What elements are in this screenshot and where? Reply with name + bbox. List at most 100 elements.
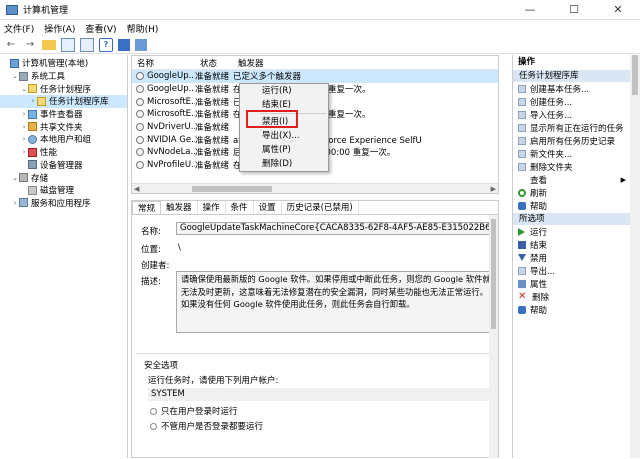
expand-arrow-icon[interactable]: › xyxy=(20,110,28,118)
menu-view[interactable]: 查看(V) xyxy=(85,22,116,35)
column-trigger[interactable]: 触发器 xyxy=(233,57,264,69)
tree-item[interactable]: ⌄ 任务计划程序 xyxy=(0,82,127,95)
action-item[interactable]: 运行 xyxy=(513,225,630,238)
action-item[interactable]: 启用所有任务历史记录 xyxy=(513,134,630,147)
close-button[interactable]: ✕ xyxy=(596,0,640,20)
tree-item[interactable]: 磁盘管理 xyxy=(0,184,127,197)
action-item[interactable]: 创建任务... xyxy=(513,95,630,108)
action-item[interactable]: 刷新 xyxy=(513,186,630,199)
menu-action[interactable]: 操作(A) xyxy=(44,22,75,35)
expand-arrow-icon[interactable]: ⌄ xyxy=(11,72,19,80)
expand-arrow-icon[interactable]: › xyxy=(20,148,28,156)
task-name: NvDriverU... xyxy=(132,122,195,132)
properties-toolbar-icon[interactable] xyxy=(80,37,94,52)
tab-history[interactable]: 历史记录(已禁用) xyxy=(282,201,359,214)
horizontal-scrollbar[interactable]: ◀ ▶ xyxy=(132,183,498,193)
scroll-right-icon[interactable]: ▶ xyxy=(491,184,496,193)
action-label: 显示所有正在运行的任务 xyxy=(530,123,624,134)
ctx-delete[interactable]: 删除(D) xyxy=(240,157,328,171)
ctx-export[interactable]: 导出(X)... xyxy=(240,129,328,143)
tree-item[interactable]: › 性能 xyxy=(0,146,127,159)
action-item[interactable]: ✕ 删除 xyxy=(513,290,630,303)
name-field[interactable]: GoogleUpdateTaskMachineCore{CACA8335-62F… xyxy=(176,222,496,235)
action-item[interactable]: 删除文件夹 xyxy=(513,160,630,173)
expand-arrow-icon[interactable]: ⌄ xyxy=(11,174,19,182)
action-item[interactable]: 属性 xyxy=(513,277,630,290)
radio-icon[interactable] xyxy=(150,422,157,430)
event-viewer-icon xyxy=(28,109,37,119)
description-field[interactable]: 请确保使用最新版的 Google 软件。如果停用或中断此任务，则您的 Googl… xyxy=(176,271,496,333)
action-item[interactable]: 创建基本任务... xyxy=(513,82,630,95)
minimize-button[interactable]: — xyxy=(508,0,552,20)
action-pane-icon[interactable] xyxy=(135,38,147,51)
back-icon[interactable]: ← xyxy=(4,38,18,52)
expand-arrow-icon[interactable]: › xyxy=(11,199,19,207)
menu-file[interactable]: 文件(F) xyxy=(4,22,34,35)
action-label: 帮助 xyxy=(530,305,548,316)
scroll-left-icon[interactable]: ◀ xyxy=(134,184,139,193)
tree-item[interactable]: ⌄ 系统工具 xyxy=(0,70,127,83)
menu-help[interactable]: 帮助(H) xyxy=(127,22,159,35)
actions-section-library[interactable]: 任务计划程序库 xyxy=(513,69,630,82)
tab-settings[interactable]: 设置 xyxy=(254,201,282,214)
action-item[interactable]: 导入任务... xyxy=(513,108,630,121)
tab-conditions[interactable]: 条件 xyxy=(226,201,254,214)
folder-icon[interactable] xyxy=(42,39,56,50)
scroll-thumb[interactable] xyxy=(192,186,272,192)
tree-item[interactable]: › 事件查看器 xyxy=(0,108,127,121)
action-label: 删除 xyxy=(532,292,550,303)
radio-label-1: 只在用户登录时运行 xyxy=(161,407,238,417)
details-scroll-thumb[interactable] xyxy=(491,219,496,329)
actions-scroll-thumb[interactable] xyxy=(632,55,638,95)
export-icon xyxy=(518,266,526,275)
task-status: 准备就绪 xyxy=(195,97,230,108)
radio-icon[interactable] xyxy=(150,407,157,415)
ctx-properties[interactable]: 属性(P) xyxy=(240,143,328,157)
tab-actions[interactable]: 操作 xyxy=(198,201,226,214)
help-toolbar-icon[interactable]: ? xyxy=(99,37,113,52)
action-item[interactable]: 禁用 xyxy=(513,251,630,264)
action-item[interactable]: 帮助 xyxy=(513,199,630,212)
services-icon xyxy=(19,198,28,208)
tree-item[interactable]: ⌄ 存储 xyxy=(0,171,127,184)
action-item[interactable]: 结束 xyxy=(513,238,630,251)
computer-icon xyxy=(10,58,19,68)
action-item[interactable]: 导出... xyxy=(513,264,630,277)
action-item[interactable]: 查看 ▶ xyxy=(513,173,630,186)
expand-arrow-icon[interactable]: › xyxy=(29,97,37,105)
title-bar: 计算机管理 — ☐ ✕ xyxy=(0,0,640,20)
action-item[interactable]: 新文件夹... xyxy=(513,147,630,160)
expand-arrow-icon[interactable]: ⌄ xyxy=(20,85,28,93)
ctx-run[interactable]: 运行(R) xyxy=(240,84,328,98)
show-hide-tree-icon[interactable] xyxy=(61,37,75,52)
disable-icon xyxy=(518,254,526,261)
expand-arrow-icon[interactable]: › xyxy=(20,123,28,131)
forward-icon[interactable]: → xyxy=(23,38,37,52)
tree-item[interactable]: 设备管理器 xyxy=(0,159,127,172)
action-label: 刷新 xyxy=(530,188,548,199)
actions-scrollbar[interactable] xyxy=(630,55,640,458)
maximize-button[interactable]: ☐ xyxy=(552,0,596,20)
tree-item[interactable]: › 服务和应用程序 xyxy=(0,197,127,210)
action-item[interactable]: 显示所有正在运行的任务 xyxy=(513,121,630,134)
tree-item[interactable]: › 本地用户和组 xyxy=(0,133,127,146)
column-name[interactable]: 名称 xyxy=(132,57,195,69)
description-label: 描述: xyxy=(141,277,161,287)
details-scrollbar[interactable] xyxy=(489,215,498,458)
create-task-icon xyxy=(518,97,526,106)
expand-arrow-icon[interactable]: › xyxy=(20,135,28,143)
radio-run-logged-on[interactable]: 只在用户登录时运行 xyxy=(150,405,238,417)
radio-run-always[interactable]: 不管用户是否登录都要运行 xyxy=(150,420,263,432)
tab-triggers[interactable]: 触发器 xyxy=(161,201,198,214)
tree-item[interactable]: › 任务计划程序库 xyxy=(0,95,127,108)
console-icon[interactable] xyxy=(118,38,130,51)
action-item[interactable]: 帮助 xyxy=(513,303,630,316)
task-row[interactable]: GoogleUp... 准备就绪 已定义多个触发器 xyxy=(132,70,498,83)
tree-item[interactable]: 计算机管理(本地) xyxy=(0,57,127,70)
column-status[interactable]: 状态 xyxy=(195,57,233,69)
task-scheduler-icon xyxy=(28,84,37,94)
tree-item[interactable]: › 共享文件夹 xyxy=(0,120,127,133)
tab-general[interactable]: 常规 xyxy=(132,201,162,214)
actions-section-selected[interactable]: 所选项 xyxy=(513,212,630,225)
tree-item-label: 存储 xyxy=(31,173,49,184)
